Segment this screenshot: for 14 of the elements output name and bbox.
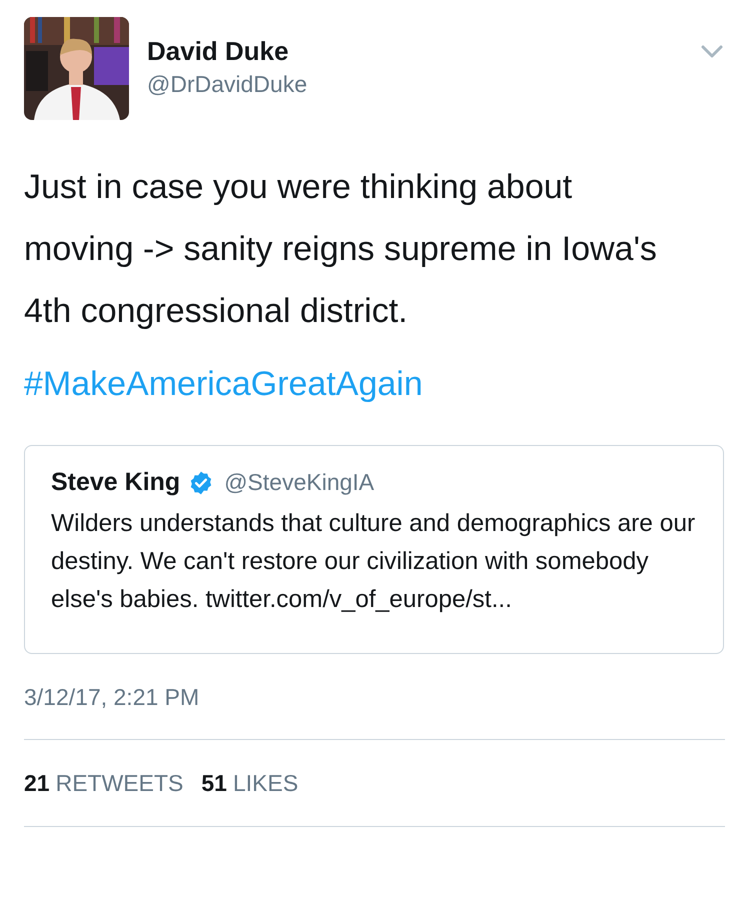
author-name: David Duke	[147, 35, 290, 67]
quoted-tweet-text: Wilders understands that culture and demographics are our destiny. We can't restore our civilization with somebody else's babies. twitter.com/v_of_europe/st...	[51, 509, 696, 615]
timestamp: 3/12/17, 2:21 PM	[24, 683, 200, 712]
stat-label[interactable]: LIKES	[232, 768, 298, 798]
chevron-down-icon[interactable]	[701, 45, 723, 58]
quoted-author-handle: @SteveKingIA	[224, 469, 374, 496]
hashtag-link[interactable]: #MakeAmericaGreatAgain	[24, 353, 423, 415]
author-handle: @DrDavidDuke	[147, 70, 308, 99]
tweet-text: Just in case you were thinking about moving -> sanity reigns supreme in Iowa's 4th congressional district.	[24, 167, 658, 332]
stat-count: 21	[24, 769, 50, 798]
quoted-author-name: Steve King	[51, 468, 180, 497]
stat-count: 51	[201, 769, 227, 798]
quoted-tweet-card[interactable]: Steve King @SteveKingIA Wilders understands that culture and demographics are our destiny. We can't restore our civilization with somebody else's babies. twitter.com/v_of_europe/st...	[24, 445, 724, 654]
stat-label[interactable]: RETWEETS	[56, 768, 184, 798]
